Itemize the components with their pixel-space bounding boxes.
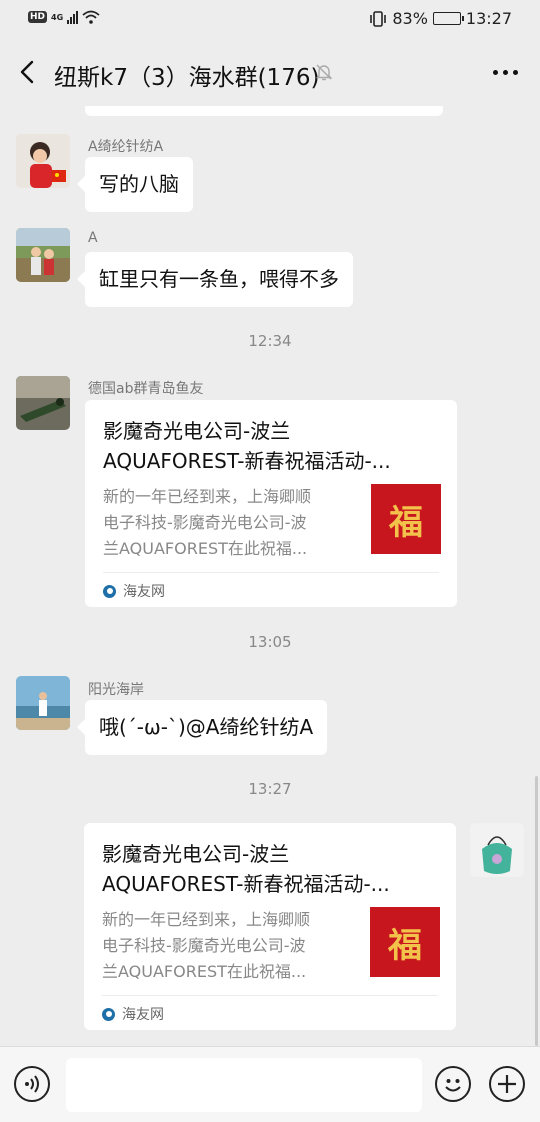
card-desc-line: 新的一年已经到来，上海卿顺 bbox=[102, 910, 311, 929]
message-bubble[interactable]: 写的八脑 bbox=[77, 157, 193, 212]
avatar-image bbox=[16, 676, 70, 730]
card-divider bbox=[103, 572, 439, 573]
card-title-line: AQUAFOREST-新春祝福活动-... bbox=[102, 872, 390, 896]
card-title-line: AQUAFOREST-新春祝福活动-... bbox=[103, 449, 391, 473]
battery-percent: 83% bbox=[392, 9, 428, 28]
battery-icon bbox=[432, 12, 464, 25]
fu-character: 福 bbox=[388, 925, 422, 966]
sender-name: A bbox=[88, 230, 98, 246]
timestamp: 13:27 bbox=[248, 780, 292, 798]
status-left: HD 4G bbox=[28, 10, 100, 24]
bell-off-icon bbox=[315, 64, 333, 81]
clock: 13:27 bbox=[465, 9, 512, 28]
signal-icon bbox=[67, 10, 79, 24]
card-desc-line: 新的一年已经到来，上海卿顺 bbox=[103, 487, 312, 506]
avatar-image bbox=[16, 228, 70, 282]
chat-history[interactable]: A绮纶针纺A 写的八脑 A 缸里只有一条鱼，喂得不多 12:34 德国ab群青岛… bbox=[0, 106, 540, 1046]
sender-name: 德国ab群青岛鱼友 bbox=[88, 381, 204, 397]
status-bar: HD 4G 83% 13:27 bbox=[0, 0, 540, 40]
card-thumbnail: 福 bbox=[371, 484, 441, 554]
message-input[interactable] bbox=[66, 1058, 422, 1112]
card-description: 新的一年已经到来，上海卿顺 电子科技-影魔奇光电公司-波 兰AQUAFOREST… bbox=[102, 907, 360, 985]
avatar[interactable] bbox=[16, 228, 70, 282]
source-name: 海友网 bbox=[123, 584, 165, 600]
timestamp: 12:34 bbox=[248, 332, 292, 350]
avatar[interactable] bbox=[16, 676, 70, 730]
timestamp: 13:05 bbox=[248, 633, 292, 651]
avatar-image bbox=[16, 376, 70, 430]
link-card[interactable]: 影魔奇光电公司-波兰 AQUAFOREST-新春祝福活动-... 新的一年已经到… bbox=[84, 823, 456, 1030]
plus-icon[interactable] bbox=[489, 1066, 525, 1102]
card-title-line: 影魔奇光电公司-波兰 bbox=[103, 419, 291, 443]
card-description: 新的一年已经到来，上海卿顺 电子科技-影魔奇光电公司-波 兰AQUAFOREST… bbox=[103, 484, 361, 562]
card-thumbnail: 福 bbox=[370, 907, 440, 977]
source-name: 海友网 bbox=[122, 1007, 164, 1023]
message-bubble[interactable]: 缸里只有一条鱼，喂得不多 bbox=[77, 252, 353, 307]
avatar[interactable] bbox=[16, 376, 70, 430]
card-source: 海友网 bbox=[102, 1004, 164, 1024]
avatar-image bbox=[16, 134, 70, 188]
source-logo-icon bbox=[102, 1007, 115, 1021]
source-logo-icon bbox=[103, 584, 116, 598]
status-right: 83% 13:27 bbox=[369, 9, 512, 28]
previous-message-fragment bbox=[85, 106, 443, 116]
voice-icon[interactable] bbox=[14, 1066, 50, 1102]
card-title-line: 影魔奇光电公司-波兰 bbox=[102, 842, 290, 866]
avatar-image bbox=[470, 823, 524, 877]
card-desc-line: 兰AQUAFOREST在此祝福... bbox=[103, 539, 308, 558]
network-type: 4G bbox=[51, 12, 64, 22]
chat-header: 纽斯k7（3）海水群(176) bbox=[0, 40, 540, 106]
more-dots-icon[interactable] bbox=[493, 70, 518, 75]
avatar[interactable] bbox=[16, 134, 70, 188]
link-card[interactable]: 影魔奇光电公司-波兰 AQUAFOREST-新春祝福活动-... 新的一年已经到… bbox=[85, 400, 457, 607]
card-desc-line: 兰AQUAFOREST在此祝福... bbox=[102, 962, 307, 981]
emoji-icon[interactable] bbox=[435, 1066, 471, 1102]
sender-name: A绮纶针纺A bbox=[88, 139, 164, 155]
message-bubble[interactable]: 哦(´-ω-`)@A绮纶针纺A bbox=[76, 700, 328, 755]
card-desc-line: 电子科技-影魔奇光电公司-波 bbox=[103, 513, 307, 532]
card-title: 影魔奇光电公司-波兰 AQUAFOREST-新春祝福活动-... bbox=[102, 839, 442, 899]
vibrate-icon bbox=[370, 10, 387, 27]
chat-title: 纽斯k7（3）海水群(176) bbox=[54, 65, 320, 91]
scrollbar[interactable] bbox=[535, 776, 538, 1046]
wifi-icon bbox=[82, 10, 100, 24]
card-divider bbox=[102, 995, 438, 996]
chevron-left-icon[interactable] bbox=[14, 58, 42, 86]
card-source: 海友网 bbox=[103, 581, 165, 601]
fu-character: 福 bbox=[389, 502, 423, 543]
card-desc-line: 电子科技-影魔奇光电公司-波 bbox=[102, 936, 306, 955]
card-title: 影魔奇光电公司-波兰 AQUAFOREST-新春祝福活动-... bbox=[103, 416, 443, 476]
hd-badge: HD bbox=[28, 11, 48, 23]
my-avatar[interactable] bbox=[470, 823, 524, 877]
sender-name: 阳光海岸 bbox=[88, 682, 144, 698]
input-bar bbox=[0, 1046, 540, 1122]
